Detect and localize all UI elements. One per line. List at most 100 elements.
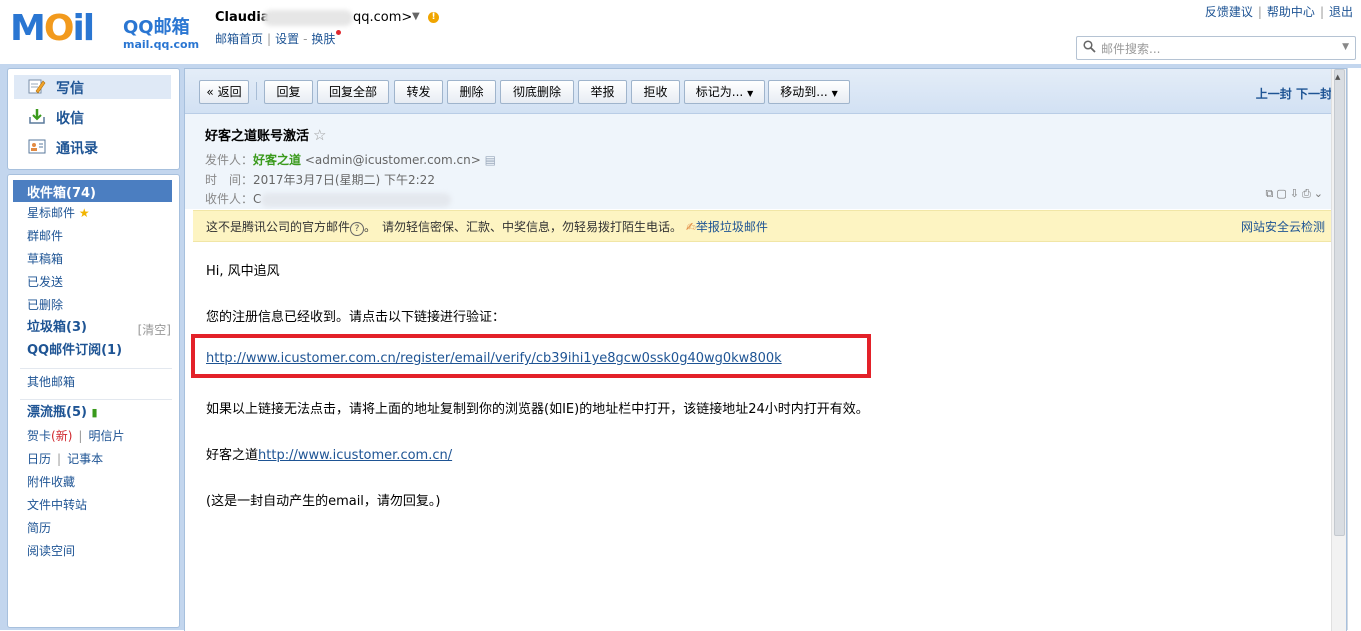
search-placeholder: 邮件搜索... [1101, 42, 1161, 56]
reply-button[interactable]: 回复 [264, 80, 313, 104]
delete-forever-button[interactable]: 彻底删除 [500, 80, 574, 104]
view-source-icon[interactable]: ▢ [1276, 187, 1289, 200]
user-name: Claudia [215, 10, 270, 25]
prev-mail-link[interactable]: 上一封 [1256, 87, 1292, 101]
security-warning-bar: 这不是腾讯公司的官方邮件?。 请勿轻信密保、汇款、中奖信息，勿轻易拨打陌生电话。… [193, 210, 1337, 242]
star-icon: ★ [78, 206, 90, 220]
account-dropdown-icon[interactable]: ▼ [412, 11, 420, 22]
scroll-up-icon[interactable]: ▲ [1335, 73, 1340, 81]
card-new-badge: (新) [51, 429, 73, 443]
mail-reader: « 返回 回复 回复全部 转发 删除 彻底删除 举报 拒收 标记为... ▼ 移… [184, 68, 1347, 631]
feedback-link[interactable]: 反馈建议 [1205, 5, 1253, 19]
sidebar-item-bottle[interactable]: 漂流瓶(5) ▮ [27, 403, 98, 423]
mail-search-input[interactable]: 邮件搜索... ▼ [1076, 36, 1356, 60]
inbox-download-icon [28, 108, 46, 125]
mark-as-dropdown[interactable]: 标记为... ▼ [684, 80, 765, 104]
calendar-link[interactable]: 日历 [27, 452, 51, 466]
save-icon[interactable]: ⇩ [1290, 187, 1302, 200]
folder-list: 收件箱(74) 星标邮件 ★ 群邮件 草稿箱 已发送 已删除 垃圾箱(3) [清… [7, 174, 180, 628]
verify-link-row: http://www.icustomer.com.cn/register/ema… [206, 351, 782, 366]
subject-text: 好客之道账号激活 [205, 129, 310, 144]
scrollbar-thumb[interactable] [1334, 69, 1345, 536]
more-chevron-icon[interactable]: ⌄ [1314, 187, 1326, 200]
skin-link[interactable]: 换肤 [311, 32, 335, 46]
compose-button[interactable]: 写信 [14, 75, 171, 99]
reject-button[interactable]: 拒收 [631, 80, 680, 104]
receive-button[interactable]: 收信 [14, 105, 171, 129]
compose-label: 写信 [56, 81, 84, 97]
verify-link[interactable]: http://www.icustomer.com.cn/register/ema… [206, 351, 782, 366]
mail-toolbar: « 返回 回复 回复全部 转发 删除 彻底删除 举报 拒收 标记为... ▼ 移… [185, 69, 1346, 114]
qq-mail-logo[interactable]: MOil QQ邮箱 mail.qq.com [10, 8, 199, 51]
settings-link[interactable]: 设置 [275, 32, 299, 46]
receive-label: 收信 [56, 111, 84, 127]
body-line-1: 您的注册信息已经收到。请点击以下链接进行验证： [206, 310, 506, 325]
sidebar-item-deleted[interactable]: 已删除 [27, 295, 63, 315]
card-link[interactable]: 贺卡 [27, 429, 51, 443]
warning-text: 这不是腾讯公司的官方邮件?。 请勿轻信密保、汇款、中奖信息，勿轻易拨打陌生电话。… [206, 218, 768, 236]
postcard-link[interactable]: 明信片 [88, 429, 124, 443]
bottle-label: 漂流瓶(5) [27, 405, 87, 420]
warning-text-a: 这不是腾讯公司的官方邮件 [206, 220, 351, 234]
sidebar-item-other-mailbox[interactable]: 其他邮箱 [27, 372, 75, 392]
clear-spam-link[interactable]: [清空] [138, 321, 171, 338]
search-dropdown-icon[interactable]: ▼ [1342, 42, 1349, 52]
sidebar-item-subscription[interactable]: QQ邮件订阅(1) [27, 341, 122, 361]
new-window-icon[interactable]: ⧉ [1265, 187, 1276, 200]
mail-navigation: 上一封 下一封 [1256, 85, 1332, 102]
back-button[interactable]: « 返回 [199, 80, 249, 104]
sender-name[interactable]: 好客之道 [253, 153, 301, 167]
sidebar-item-resume[interactable]: 简历 [27, 518, 51, 538]
time-label: 时 间： [205, 173, 254, 187]
page-scrollbar[interactable] [1347, 68, 1361, 630]
contacts-button[interactable]: 通讯录 [14, 135, 171, 159]
print-icon[interactable]: ⎙ [1302, 187, 1314, 200]
sidebar-item-reading-space[interactable]: 阅读空间 [27, 541, 75, 561]
header-nav: 邮箱首页 | 设置 - 换肤 [215, 30, 342, 47]
question-icon[interactable]: ? [350, 222, 365, 236]
sidebar-item-drafts[interactable]: 草稿箱 [27, 249, 63, 269]
notes-link[interactable]: 记事本 [67, 452, 103, 466]
report-spam-link[interactable]: 举报垃圾邮件 [696, 220, 768, 234]
logout-link[interactable]: 退出 [1329, 5, 1353, 19]
sidebar-item-cards: 贺卡(新) | 明信片 [27, 429, 125, 443]
divider [20, 368, 172, 369]
forward-button[interactable]: 转发 [394, 80, 443, 104]
starred-label: 星标邮件 [27, 206, 76, 220]
logo-brand: QQ邮箱 [123, 17, 190, 38]
reply-all-button[interactable]: 回复全部 [317, 80, 389, 104]
sidebar-item-group[interactable]: 群邮件 [27, 226, 63, 246]
chevron-down-icon: ▼ [747, 89, 754, 98]
greeting: Hi, 风中追风 [206, 264, 280, 279]
bottle-icon: ▮ [91, 406, 98, 419]
time-value: 2017年3月7日(星期二) 下午2:22 [253, 173, 435, 187]
redacted-recipient [261, 192, 452, 207]
report-button[interactable]: 举报 [578, 80, 627, 104]
sidebar-item-attachments[interactable]: 附件收藏 [27, 472, 75, 492]
sidebar-item-inbox[interactable]: 收件箱(74) [13, 180, 172, 202]
mail-body: Hi, 风中追风 您的注册信息已经收到。请点击以下链接进行验证： http://… [185, 241, 1332, 631]
sidebar-item-spam[interactable]: 垃圾箱(3) [27, 318, 87, 338]
move-to-dropdown[interactable]: 移动到... ▼ [768, 80, 850, 104]
to-label: 收件人： [205, 192, 254, 206]
signature-link[interactable]: http://www.icustomer.com.cn/ [258, 448, 452, 463]
redacted-email [263, 10, 353, 26]
next-mail-link[interactable]: 下一封 [1296, 87, 1332, 101]
alert-icon[interactable]: ! [428, 12, 439, 23]
help-link[interactable]: 帮助中心 [1267, 5, 1315, 19]
delete-button[interactable]: 删除 [447, 80, 496, 104]
toolbar-divider [256, 82, 257, 100]
mail-scrollbar[interactable]: ▲ [1331, 69, 1346, 631]
sidebar-item-tools: 日历 | 记事本 [27, 452, 104, 466]
contact-card-icon[interactable]: ▤ [485, 153, 496, 167]
sidebar-item-sent[interactable]: 已发送 [27, 272, 63, 292]
sidebar-item-file-transfer[interactable]: 文件中转站 [27, 495, 87, 515]
sidebar-item-starred[interactable]: 星标邮件 ★ [27, 203, 90, 223]
signature-prefix: 好客之道 [206, 448, 259, 463]
logo-mark: MOil [10, 8, 95, 49]
star-outline-icon[interactable]: ☆ [313, 126, 326, 144]
mailbox-home-link[interactable]: 邮箱首页 [215, 32, 263, 46]
cloud-check-link[interactable]: 网站安全云检测 [1241, 218, 1325, 235]
view-options: ⧉▢⇩⎙⌄ [1265, 187, 1326, 201]
top-links: 反馈建议 | 帮助中心 | 退出 [1204, 5, 1353, 19]
